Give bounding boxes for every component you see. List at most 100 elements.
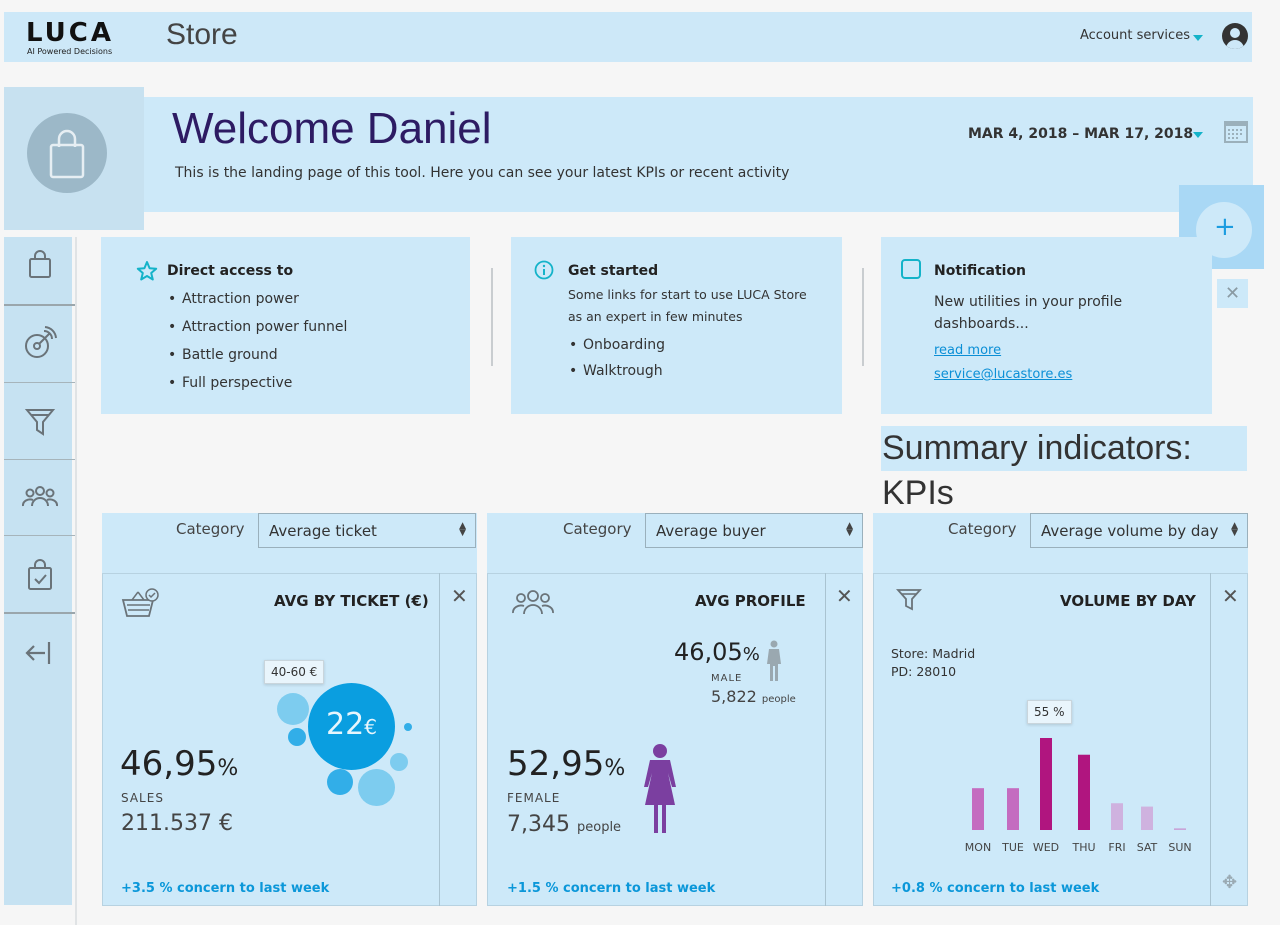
female-people: 7,345 people (507, 812, 622, 837)
bar-label-thu: THU (1071, 841, 1095, 854)
bar-tooltip: 55 % (1027, 700, 1072, 724)
link-attraction-power-funnel[interactable]: Attraction power funnel (168, 319, 347, 335)
bar-sun[interactable] (1174, 828, 1186, 830)
bar-label-mon: MON (965, 841, 991, 854)
bubble[interactable] (288, 728, 306, 746)
get-started-card (511, 237, 842, 414)
bar-label-tue: TUE (1001, 841, 1024, 854)
service-email-link[interactable]: service@lucastore.es (934, 367, 1072, 382)
people-icon[interactable] (22, 479, 58, 515)
shopping-bag-icon (27, 113, 107, 193)
logout-icon[interactable] (22, 635, 58, 671)
read-more-link[interactable]: read more (934, 343, 1001, 358)
plus-icon[interactable]: + (1214, 212, 1236, 242)
male-percentage: 46,05% (674, 638, 760, 666)
female-percentage: 52,95% (507, 744, 626, 784)
kpi-title-ticket: AVG BY TICKET (€) (274, 592, 429, 610)
info-icon (534, 260, 554, 284)
bar-mon[interactable] (972, 788, 984, 830)
bubble[interactable] (327, 769, 353, 795)
bar-fri[interactable] (1111, 803, 1123, 830)
basket-icon (120, 586, 162, 624)
shopping-bag-icon[interactable] (22, 247, 58, 283)
category-label: Category (563, 520, 632, 538)
bubble[interactable] (277, 693, 309, 725)
get-started-text-2: as an expert in few minutes (568, 309, 743, 324)
select-arrows-icon: ▲ ▼ (459, 521, 466, 538)
sales-value: 211.537 € (121, 811, 233, 836)
logo[interactable]: LUCA (26, 18, 114, 48)
bar-thu[interactable] (1078, 754, 1090, 830)
kpi-title-volume: VOLUME BY DAY (1060, 592, 1196, 610)
bar-wed[interactable] (1040, 738, 1052, 830)
bar-label-sun: SUN (1168, 841, 1191, 854)
notification-card (881, 237, 1212, 414)
category-select-ticket[interactable]: Average ticket ▲ ▼ (258, 513, 476, 548)
bar-sat[interactable] (1141, 806, 1153, 830)
get-started-text: Some links for start to use LUCA Store (568, 287, 807, 302)
link-attraction-power[interactable]: Attraction power (168, 291, 299, 307)
page-subtitle: This is the landing page of this tool. H… (175, 165, 790, 181)
link-onboarding[interactable]: Onboarding (569, 337, 665, 353)
star-icon (136, 260, 158, 286)
notification-icon (901, 259, 921, 279)
divider (862, 268, 864, 366)
notification-title: Notification (934, 263, 1027, 279)
bar-label-fri: FRI (1108, 841, 1125, 854)
chevron-down-icon[interactable] (1193, 132, 1203, 138)
kpi-card-profile (487, 573, 863, 906)
notification-text-2: dashboards... (934, 316, 1029, 332)
divider (491, 268, 493, 366)
bar-tue[interactable] (1007, 788, 1019, 830)
close-icon[interactable]: ✕ (836, 584, 853, 608)
sales-label: SALES (121, 791, 164, 805)
calendar-icon[interactable] (1224, 121, 1248, 143)
select-value: Average volume by day (1041, 522, 1219, 540)
select-arrows-icon: ▲ ▼ (846, 521, 853, 538)
volume-bar-chart: MON TUE WED THU FRI SAT SUN (965, 738, 1192, 854)
funnel-icon[interactable] (22, 403, 58, 439)
bubble[interactable] (358, 769, 395, 806)
link-walktrough[interactable]: Walktrough (569, 363, 663, 379)
avatar[interactable] (1222, 23, 1248, 49)
select-value: Average buyer (656, 522, 766, 540)
bubble[interactable] (390, 753, 408, 771)
link-full-perspective[interactable]: Full perspective (168, 375, 292, 391)
logo-tagline: AI Powered Decisions (27, 47, 113, 56)
category-label: Category (948, 520, 1017, 538)
male-icon (764, 640, 784, 686)
category-label: Category (176, 520, 245, 538)
funnel-icon (895, 586, 923, 616)
radar-icon[interactable] (22, 325, 58, 361)
bubble-tooltip: 40-60 € (264, 660, 325, 684)
bag-check-icon[interactable] (22, 557, 58, 593)
move-icon[interactable]: ✥ (1222, 872, 1237, 893)
app-title: Store (166, 18, 238, 51)
category-select-volume[interactable]: Average volume by day ▲ ▼ (1030, 513, 1248, 548)
date-range-picker[interactable]: MAR 4, 2018 – MAR 17, 2018 (968, 126, 1193, 142)
close-icon[interactable]: ✕ (451, 584, 468, 608)
link-battle-ground[interactable]: Battle ground (168, 347, 278, 363)
female-icon (638, 743, 682, 839)
female-label: FEMALE (507, 791, 561, 805)
chevron-down-icon[interactable] (1193, 35, 1203, 41)
category-select-profile[interactable]: Average buyer ▲ ▼ (645, 513, 863, 548)
notification-text: New utilities in your profile (934, 294, 1123, 310)
store-postcode: PD: 28010 (891, 664, 957, 679)
close-notification-button[interactable]: ✕ (1217, 279, 1248, 308)
select-value: Average ticket (269, 522, 377, 540)
people-icon (512, 588, 554, 620)
select-arrows-icon: ▲ ▼ (1231, 521, 1238, 538)
close-icon[interactable]: ✕ (1222, 584, 1239, 608)
page-title: Welcome Daniel (172, 104, 492, 153)
bubble[interactable] (404, 723, 412, 731)
summary-title: Summary indicators: KPIs (881, 426, 1247, 512)
account-services-menu[interactable]: Account services (1080, 28, 1190, 43)
store-name: Store: Madrid (891, 646, 976, 661)
bar-label-wed: WED (1033, 841, 1059, 854)
concern-text-ticket: +3.5 % concern to last week (121, 881, 330, 896)
concern-text-profile: +1.5 % concern to last week (507, 881, 716, 896)
bubble-value: 22€ (326, 707, 377, 742)
kpi-title-profile: AVG PROFILE (695, 592, 806, 610)
direct-access-title: Direct access to (167, 263, 294, 279)
